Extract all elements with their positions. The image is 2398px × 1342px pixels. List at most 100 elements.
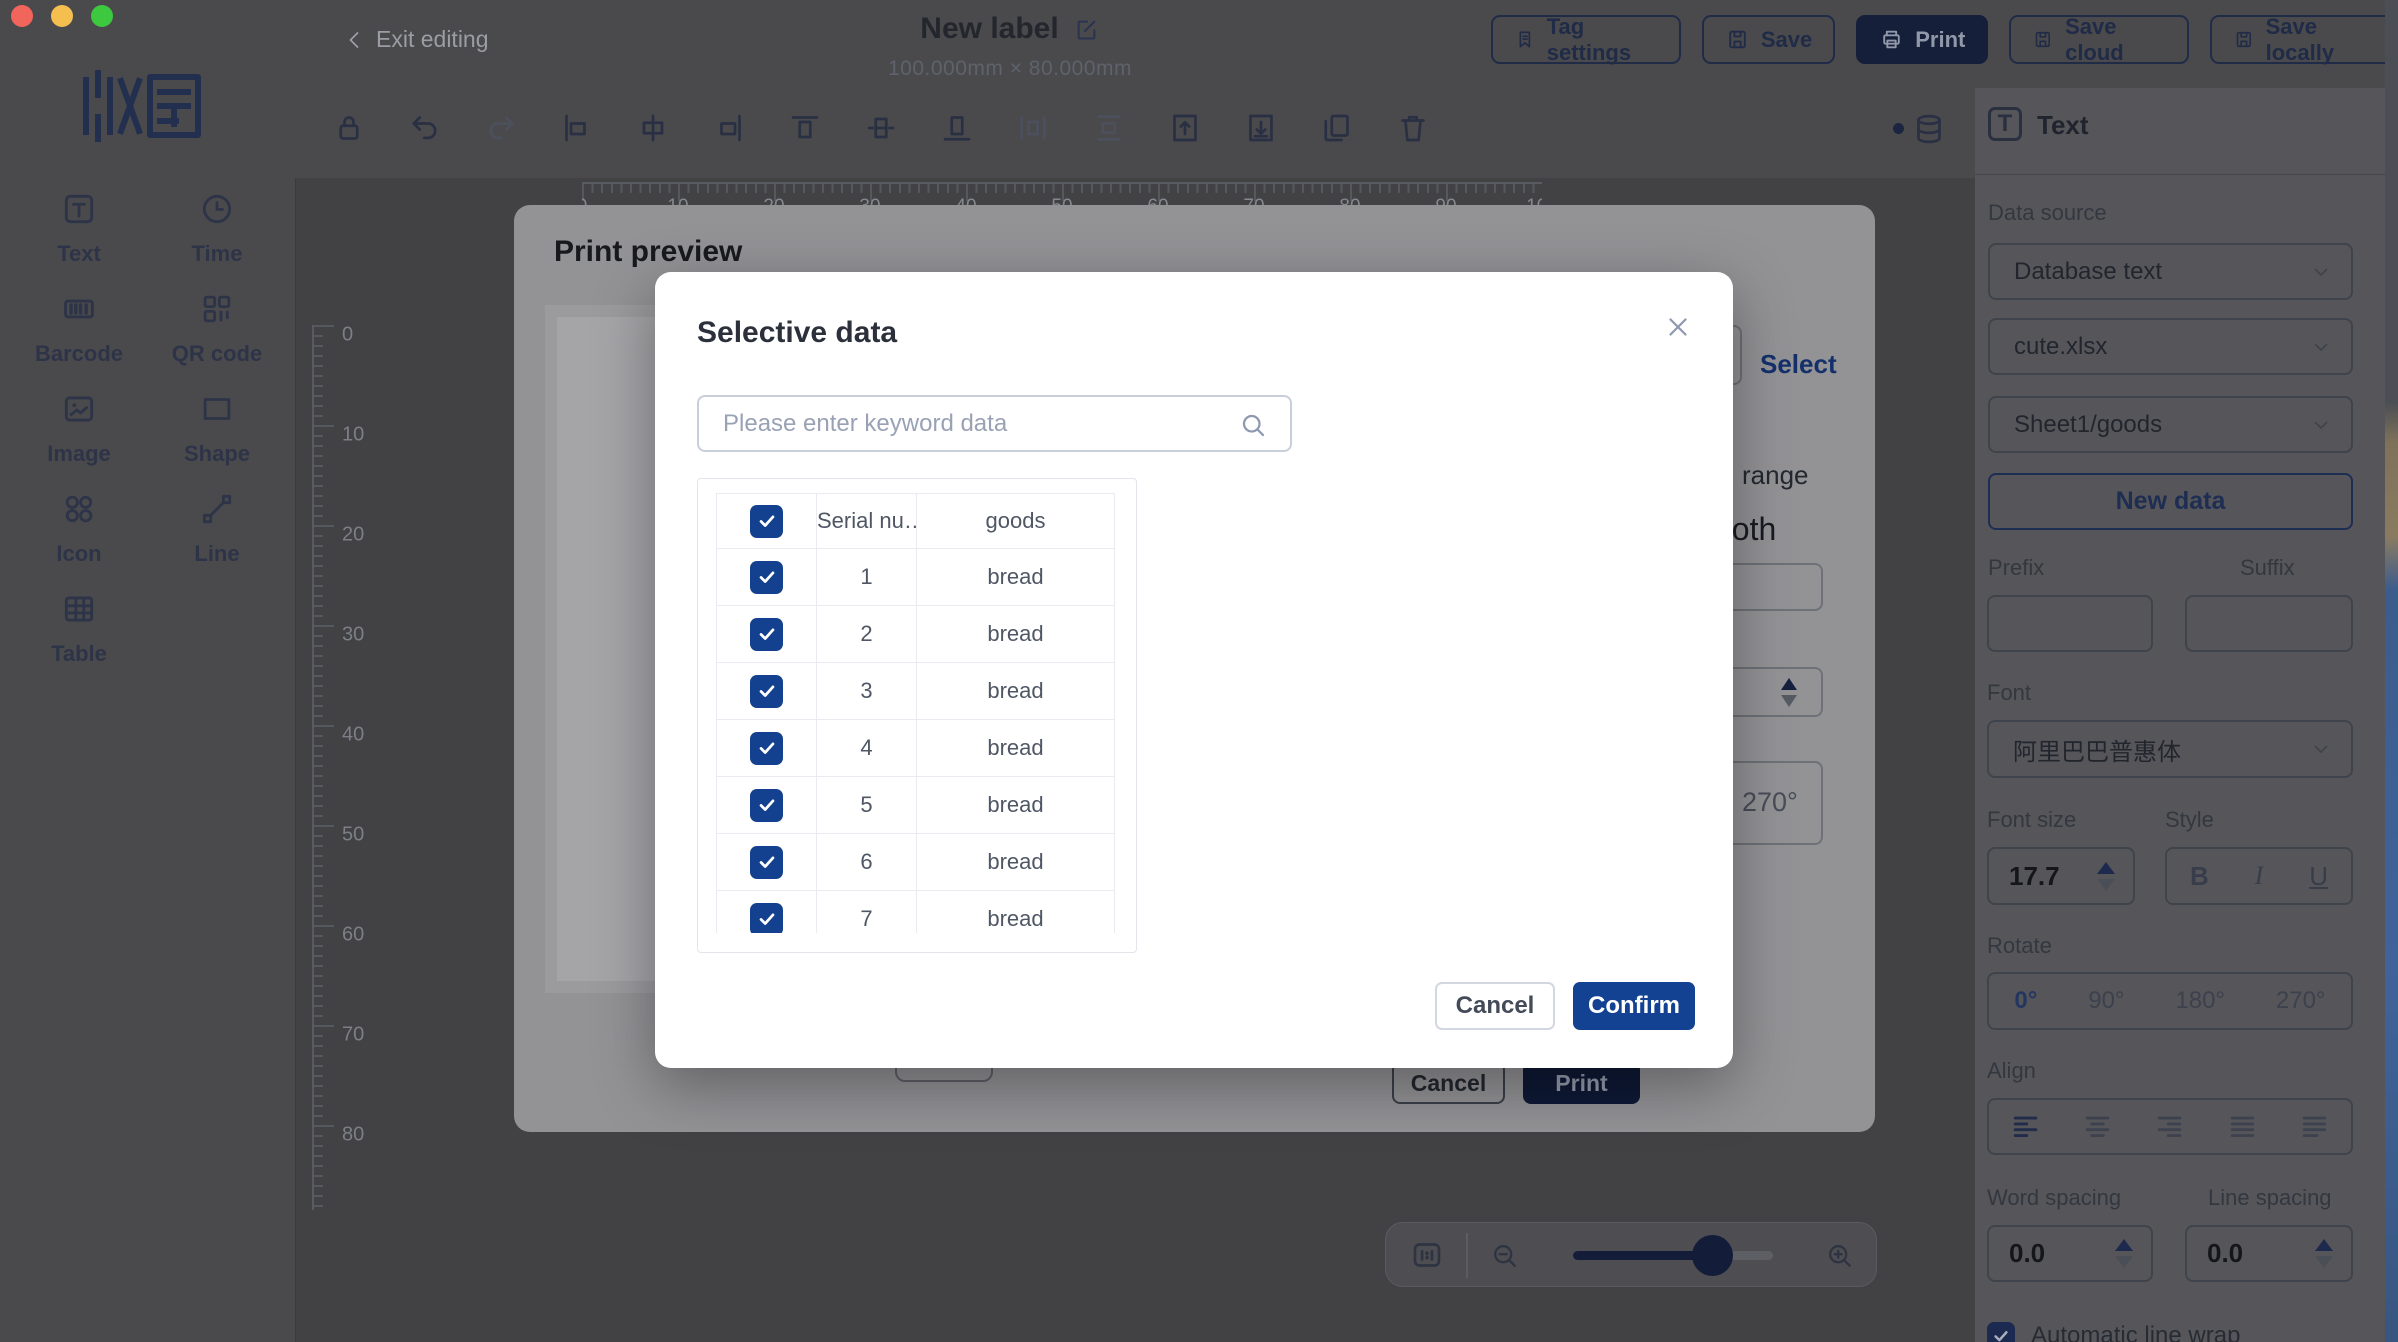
table-row[interactable]: 6 bread [716,833,1115,891]
table-row[interactable]: 5 bread [716,776,1115,834]
zoom-out-icon[interactable] [1489,1240,1520,1271]
tag-settings-button[interactable]: Tag settings [1491,14,1681,65]
align-objects-bottom-icon[interactable] [939,110,975,146]
print-confirm-button[interactable]: Print [1523,1062,1640,1104]
search-icon[interactable] [1238,410,1268,440]
rotate-option-90[interactable]: 90° [2088,987,2124,1015]
align-justify-left-button[interactable] [2299,1111,2330,1142]
print-cancel-button[interactable]: Cancel [1392,1062,1505,1104]
rotate-option-0[interactable]: 0° [2014,987,2037,1015]
align-objects-top-icon[interactable] [787,110,823,146]
save-button[interactable]: Save [1701,15,1836,64]
save-cloud-button[interactable]: Save cloud [2009,14,2189,65]
table-row[interactable]: 7 bread [716,890,1115,933]
stepper-up-icon[interactable] [1781,678,1797,690]
tool-line[interactable]: Line [148,490,286,590]
row-checkbox[interactable] [750,902,783,933]
redo-icon[interactable] [483,110,519,146]
checkbox-cell[interactable] [716,662,817,720]
align-justify-button[interactable] [2227,1111,2258,1142]
print-rotate-270-option[interactable]: 270° [1742,787,1798,818]
dropdown-font[interactable]: 阿里巴巴普惠体 [1987,720,2353,778]
table-row[interactable]: 2 bread [716,605,1115,663]
stepper-down-icon[interactable] [2315,1256,2333,1268]
tool-barcode[interactable]: Barcode [10,290,148,390]
window-minimize-button[interactable] [51,5,73,27]
row-checkbox[interactable] [750,788,783,822]
edit-title-icon[interactable] [1073,16,1100,43]
align-objects-center-icon[interactable] [635,110,671,146]
line-spacing-stepper[interactable]: 0.0 [2185,1225,2353,1282]
save-locally-button[interactable]: Save locally [2209,14,2398,65]
delete-icon[interactable] [1395,110,1431,146]
row-checkbox[interactable] [750,617,783,651]
table-row[interactable]: 3 bread [716,662,1115,720]
distribute-vertical-icon[interactable] [1091,110,1127,146]
stepper-down-icon[interactable] [1781,695,1797,707]
tool-icon[interactable]: Icon [10,490,148,590]
lock-icon[interactable] [331,110,367,146]
tool-image[interactable]: Image [10,390,148,490]
duplicate-icon[interactable] [1319,110,1355,146]
dropdown-data-source-type[interactable]: Database text [1988,243,2353,300]
row-checkbox[interactable] [750,504,783,538]
stepper-up-icon[interactable] [2097,861,2115,874]
font-size-stepper[interactable]: 17.7 [1987,847,2135,905]
checkbox-cell[interactable] [716,776,817,834]
auto-wrap-checkbox[interactable] [1987,1322,2015,1342]
style-underline-button[interactable]: U [2309,861,2328,892]
table-row[interactable]: 1 bread [716,548,1115,606]
new-data-button[interactable]: New data [1988,473,2353,530]
row-checkbox[interactable] [750,674,783,708]
table-row[interactable]: 4 bread [716,719,1115,777]
row-checkbox[interactable] [750,845,783,879]
align-objects-left-icon[interactable] [559,110,595,146]
rotate-option-180[interactable]: 180° [2175,987,2225,1015]
zoom-slider-thumb[interactable] [1692,1235,1733,1276]
stepper-down-icon[interactable] [2115,1256,2133,1268]
style-bold-button[interactable]: B [2190,861,2209,892]
select-link[interactable]: Select [1760,349,1837,380]
cancel-button[interactable]: Cancel [1435,982,1555,1030]
window-close-button[interactable] [11,5,33,27]
database-icon[interactable] [1911,111,1947,147]
prefix-field[interactable] [1987,595,2153,652]
tool-shape[interactable]: Shape [148,390,286,490]
dropdown-data-sheet[interactable]: Sheet1/goods [1988,396,2353,453]
stepper-down-icon[interactable] [2097,878,2115,891]
zoom-in-icon[interactable] [1824,1240,1855,1271]
checkbox-cell[interactable] [716,719,817,777]
tool-table[interactable]: Table [10,590,148,690]
close-icon[interactable] [1659,308,1697,346]
style-italic-button[interactable]: I [2255,861,2264,891]
checkbox-cell[interactable] [716,833,817,891]
tool-text[interactable]: Text [10,190,148,290]
align-objects-middle-icon[interactable] [863,110,899,146]
row-checkbox[interactable] [750,560,783,594]
search-input[interactable] [723,397,1223,450]
align-left-button[interactable] [2010,1111,2041,1142]
window-zoom-button[interactable] [91,5,113,27]
checkbox-cell[interactable] [716,890,817,933]
stepper-up-icon[interactable] [2115,1239,2133,1251]
distribute-horizontal-icon[interactable] [1015,110,1051,146]
stepper-up-icon[interactable] [2315,1239,2333,1251]
align-right-button[interactable] [2154,1111,2185,1142]
tool-time[interactable]: Time [148,190,286,290]
align-objects-right-icon[interactable] [711,110,747,146]
suffix-field[interactable] [2185,595,2353,652]
row-checkbox[interactable] [750,731,783,765]
bring-to-front-icon[interactable] [1167,110,1203,146]
confirm-button[interactable]: Confirm [1573,982,1695,1030]
tool-qr-code[interactable]: QR code [148,290,286,390]
exit-editing-button[interactable]: Exit editing [343,26,489,53]
select-all-cell[interactable] [716,493,817,549]
zoom-1to1-icon[interactable] [1409,1237,1445,1273]
align-center-button[interactable] [2082,1111,2113,1142]
rotate-option-270[interactable]: 270° [2276,987,2326,1015]
send-to-back-icon[interactable] [1243,110,1279,146]
dropdown-data-file[interactable]: cute.xlsx [1988,318,2353,375]
word-spacing-stepper[interactable]: 0.0 [1987,1225,2153,1282]
print-button[interactable]: Print [1856,15,1989,64]
data-table-scroll[interactable]: Serial nu… goods 1 bread 2 bread 3 bread… [716,493,1116,933]
